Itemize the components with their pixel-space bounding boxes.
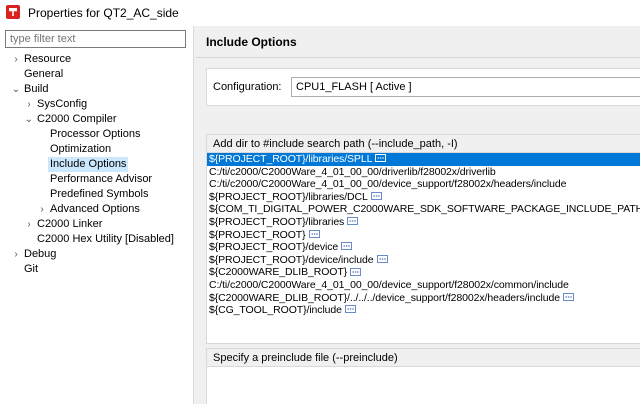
include-path-row[interactable]: C:/ti/c2000/C2000Ware_4_01_00_00/device_… [207, 178, 640, 191]
chevron-right-icon[interactable]: › [11, 52, 21, 67]
more-icon[interactable] [375, 154, 387, 163]
tree-item-c2000-linker[interactable]: › C2000 Linker [27, 217, 102, 232]
include-path-row[interactable]: ${PROJECT_ROOT}/libraries [207, 216, 640, 229]
tree-item-git[interactable]: Git [24, 262, 38, 277]
include-path-row[interactable]: ${C2000WARE_DLIB_ROOT} [207, 266, 640, 279]
include-path-list[interactable]: ${PROJECT_ROOT}/libraries/SPLL C:/ti/c20… [207, 153, 640, 317]
left-pane: ›Resource General ⌄Build ›SysConfig ⌄C20… [0, 26, 193, 404]
preinclude-header: Specify a preinclude file (--preinclude) [207, 349, 640, 367]
tree-item-debug[interactable]: › Debug [14, 247, 56, 262]
right-pane: Include Options Configuration: CPU1_FLAS… [196, 26, 640, 404]
tree-item-advanced-options[interactable]: › Advanced Options [40, 202, 140, 217]
more-icon[interactable] [347, 217, 359, 226]
chevron-right-icon[interactable]: › [24, 217, 34, 232]
tree-item-build[interactable]: ⌄ Build [12, 82, 49, 97]
include-path-header: Add dir to #include search path (--inclu… [207, 135, 640, 153]
more-icon[interactable] [341, 242, 353, 251]
tree-item-c2000-hex-utility[interactable]: C2000 Hex Utility [Disabled] [37, 232, 174, 247]
more-icon[interactable] [308, 229, 320, 238]
chevron-down-icon[interactable]: ⌄ [24, 112, 34, 127]
tree-item-optimization[interactable]: Optimization [50, 142, 111, 157]
chevron-right-icon[interactable]: › [11, 247, 21, 262]
page-title: Include Options [206, 35, 297, 49]
window-title: Properties for QT2_AC_side [28, 6, 179, 20]
tree-item-performance-advisor[interactable]: Performance Advisor [50, 172, 152, 187]
divider [196, 57, 640, 58]
configuration-panel: Configuration: CPU1_FLASH [ Active ] [206, 68, 640, 106]
tree-item-sysconfig[interactable]: › SysConfig [27, 97, 87, 112]
include-path-row[interactable]: ${PROJECT_ROOT}/device [207, 241, 640, 254]
include-path-row[interactable]: C:/ti/c2000/C2000Ware_4_01_00_00/driverl… [207, 166, 640, 179]
chevron-right-icon[interactable]: › [37, 202, 47, 217]
configuration-value: CPU1_FLASH [ Active ] [296, 81, 412, 93]
include-path-row[interactable]: ${PROJECT_ROOT}/device/include [207, 254, 640, 267]
filter-input[interactable] [5, 30, 186, 48]
more-icon[interactable] [344, 305, 356, 314]
tree-item-predefined-symbols[interactable]: Predefined Symbols [50, 187, 148, 202]
app-icon [6, 5, 20, 19]
more-icon[interactable] [370, 192, 382, 200]
more-icon[interactable] [350, 267, 362, 276]
include-path-panel: Add dir to #include search path (--inclu… [206, 134, 640, 344]
title-bar: Properties for QT2_AC_side [0, 0, 640, 26]
configuration-select[interactable]: CPU1_FLASH [ Active ] [291, 77, 640, 97]
tree-item-c2000-compiler[interactable]: ⌄ C2000 Compiler [25, 112, 117, 127]
more-icon[interactable] [376, 254, 388, 263]
tree-item-processor-options[interactable]: Processor Options [50, 127, 140, 142]
include-path-row[interactable]: ${PROJECT_ROOT} [207, 229, 640, 242]
include-path-row[interactable]: ${PROJECT_ROOT}/libraries/DCL [207, 191, 640, 204]
configuration-label: Configuration: [213, 81, 282, 93]
include-path-row[interactable]: ${C2000WARE_DLIB_ROOT}/../../../device_s… [207, 292, 640, 305]
include-path-row[interactable]: ${PROJECT_ROOT}/libraries/SPLL [207, 153, 640, 166]
tree-item-resource[interactable]: › Resource [14, 52, 71, 67]
include-path-row[interactable]: ${CG_TOOL_ROOT}/include [207, 304, 640, 317]
tree-item-include-options[interactable]: Include Options [48, 157, 129, 172]
chevron-down-icon[interactable]: ⌄ [11, 82, 21, 97]
include-path-row[interactable]: C:/ti/c2000/C2000Ware_4_01_00_00/device_… [207, 279, 640, 292]
more-icon[interactable] [562, 292, 574, 301]
chevron-right-icon[interactable]: › [24, 97, 34, 112]
include-path-row[interactable]: ${COM_TI_DIGITAL_POWER_C2000WARE_SDK_SOF… [207, 203, 640, 216]
preinclude-panel: Specify a preinclude file (--preinclude) [206, 348, 640, 404]
tree-item-general[interactable]: General [24, 67, 63, 82]
